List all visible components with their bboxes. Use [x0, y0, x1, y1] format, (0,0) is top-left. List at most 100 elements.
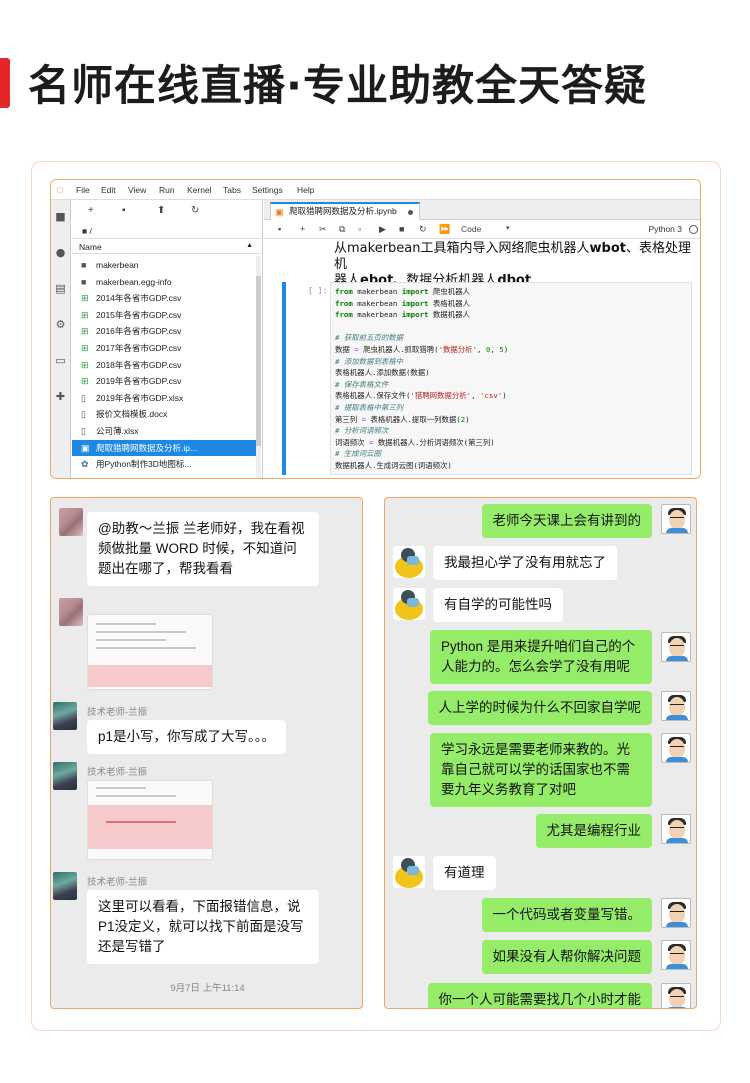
chat-screenshot-right: 老师今天课上会有讲到的 我最担心学了没有用就忘了 有自学的可能性吗 Python…: [384, 497, 697, 1009]
menu-tabs[interactable]: Tabs: [223, 185, 241, 195]
code-cell[interactable]: from makerbean import 爬虫机器人 from makerbe…: [330, 282, 692, 475]
file-row[interactable]: ⊞ 2015年各省市GDP.csv: [72, 307, 261, 324]
file-row[interactable]: ⊞ 2017年各省市GDP.csv: [72, 340, 261, 357]
file-icon: ▯: [81, 426, 86, 436]
menu-help[interactable]: Help: [297, 185, 314, 195]
folder-icon: ■: [81, 276, 87, 287]
scrollbar[interactable]: [256, 256, 261, 478]
file-name: 公司薄.xlsx: [96, 426, 139, 436]
breadcrumb[interactable]: ■ /: [82, 226, 92, 236]
paste-icon[interactable]: ▫: [358, 224, 361, 234]
avatar: [53, 872, 77, 900]
file-row[interactable]: ⊞ 2019年各省市GDP.csv: [72, 373, 261, 390]
menu-view[interactable]: View: [128, 185, 146, 195]
screenshot-thumbnail[interactable]: [87, 614, 213, 690]
copy-icon[interactable]: ⧉: [339, 224, 345, 235]
avatar: [53, 762, 77, 790]
settings-icon[interactable]: ⚙: [54, 318, 67, 331]
file-row[interactable]: ■ makerbean: [72, 257, 261, 274]
avatar: [393, 588, 425, 620]
avatar: [661, 940, 691, 970]
file-browser: + ▪ ⬆ ↻ ■ / Name ▲ ■ makerbean ■ makerbean.e…: [72, 200, 263, 478]
avatar: [661, 733, 691, 763]
file-row[interactable]: ▯ 公司薄.xlsx: [72, 423, 261, 440]
avatar: [661, 632, 691, 662]
csv-file-icon: ⊞: [81, 293, 89, 304]
file-icon: ▯: [81, 409, 86, 420]
kernel-status-icon: [689, 225, 698, 234]
page-headline: 名师在线直播·专业助教全天答疑: [28, 61, 647, 110]
running-icon[interactable]: ●: [54, 246, 67, 259]
folder-icon: ■: [82, 226, 88, 236]
chat-message: 你一个人可能需要找几个小时才能: [427, 983, 652, 1008]
file-row[interactable]: ⊞ 2014年各省市GDP.csv: [72, 290, 261, 307]
new-launcher-icon[interactable]: +: [88, 205, 94, 216]
folder-icon: ■: [81, 260, 87, 270]
refresh-icon[interactable]: ↻: [191, 205, 199, 216]
save-icon[interactable]: ▪: [278, 224, 281, 234]
new-folder-icon[interactable]: ▪: [122, 205, 126, 216]
chat-message: 尤其是编程行业: [535, 814, 652, 848]
name-column-label: Name: [79, 242, 102, 252]
file-row[interactable]: ■ makerbean.egg-info: [72, 274, 261, 291]
path-label: /: [89, 226, 92, 236]
chat-message: 人上学的时候为什么不回家自学呢: [427, 691, 652, 725]
file-list-header[interactable]: Name ▲: [72, 238, 261, 254]
menu-edit[interactable]: Edit: [101, 185, 116, 195]
extension-icon[interactable]: ✚: [54, 390, 67, 403]
file-row[interactable]: ✿ 用Python制作3D地图标...: [72, 456, 261, 473]
avatar: [661, 504, 691, 534]
tab-bar: ▣ 爬取猎聘网数据及分析.ipynb: [264, 200, 700, 220]
cut-icon[interactable]: ✂: [319, 224, 327, 235]
kernel-name[interactable]: Python 3: [648, 224, 682, 234]
file-row[interactable]: ⊞ 2016年各省市GDP.csv: [72, 323, 261, 340]
insert-cell-icon[interactable]: +: [300, 224, 305, 234]
file-name: 2016年各省市GDP.csv: [96, 326, 182, 337]
menu-file[interactable]: File: [76, 185, 90, 195]
avatar: [661, 691, 691, 721]
file-name: 报价文档模板.docx: [96, 409, 168, 420]
markdown-line: 从makerbean工具箱内导入网络爬虫机器人wbot、表格处理机: [334, 241, 691, 272]
stop-icon[interactable]: ■: [399, 224, 404, 234]
commands-icon[interactable]: ▤: [54, 282, 67, 295]
file-name: 2014年各省市GDP.csv: [96, 293, 182, 304]
file-name: 2018年各省市GDP.csv: [96, 359, 182, 370]
file-row[interactable]: ▯ 报价文档模板.docx: [72, 406, 261, 423]
menu-kernel[interactable]: Kernel: [187, 185, 212, 195]
notebook-icon: ▣: [81, 442, 90, 453]
sender-name: 技术老师-兰振: [87, 767, 148, 778]
sort-arrow-icon: ▲: [246, 242, 253, 249]
cell-prompt: [ ]:: [308, 286, 328, 295]
folder-icon[interactable]: ■: [54, 210, 67, 223]
chat-message: 一个代码或者变量写错。: [481, 898, 652, 932]
file-row[interactable]: ⊞ 2018年各省市GDP.csv: [72, 357, 261, 374]
file-name: 用Python制作3D地图标...: [96, 459, 192, 470]
unsaved-dot-icon[interactable]: [408, 210, 413, 215]
file-name: makerbean.egg-info: [96, 276, 172, 287]
restart-icon[interactable]: ↻: [419, 224, 427, 235]
avatar: [59, 508, 83, 536]
menu-run[interactable]: Run: [159, 185, 175, 195]
chat-message: 如果没有人帮你解决问题: [481, 940, 652, 974]
file-row[interactable]: ▯ 2019年各省市GDP.xlsx: [72, 390, 261, 407]
file-name: 2015年各省市GDP.csv: [96, 309, 182, 320]
menu-bar: ◌ File Edit View Run Kernel Tabs Setting…: [51, 180, 700, 200]
notebook-icon: ▣: [275, 207, 284, 217]
accent-bar: [0, 58, 10, 108]
menu-settings[interactable]: Settings: [252, 185, 283, 195]
fast-forward-icon[interactable]: ⏩: [439, 224, 450, 235]
upload-icon[interactable]: ⬆: [157, 205, 165, 216]
screenshot-thumbnail[interactable]: [87, 780, 213, 860]
tab-notebook[interactable]: ▣ 爬取猎聘网数据及分析.ipynb: [270, 202, 420, 220]
tabs-icon[interactable]: ▭: [54, 354, 67, 367]
active-cell-indicator: [282, 282, 286, 475]
file-name: 爬取猎聘网数据及分析.ip...: [96, 442, 198, 453]
file-row[interactable]: ▣ 爬取猎聘网数据及分析.ip...: [72, 439, 261, 457]
avatar: [59, 598, 83, 626]
chevron-down-icon[interactable]: ▾: [506, 224, 510, 232]
chat-screenshot-left: @助教～兰振 兰老师好，我在看视频做批量 WORD 时候，不知道问题出在哪了，帮…: [50, 497, 363, 1009]
cell-type-select[interactable]: Code: [461, 224, 481, 234]
run-icon[interactable]: ▶: [379, 224, 386, 235]
csv-file-icon: ⊞: [81, 309, 89, 320]
csv-file-icon: ⊞: [81, 326, 89, 337]
